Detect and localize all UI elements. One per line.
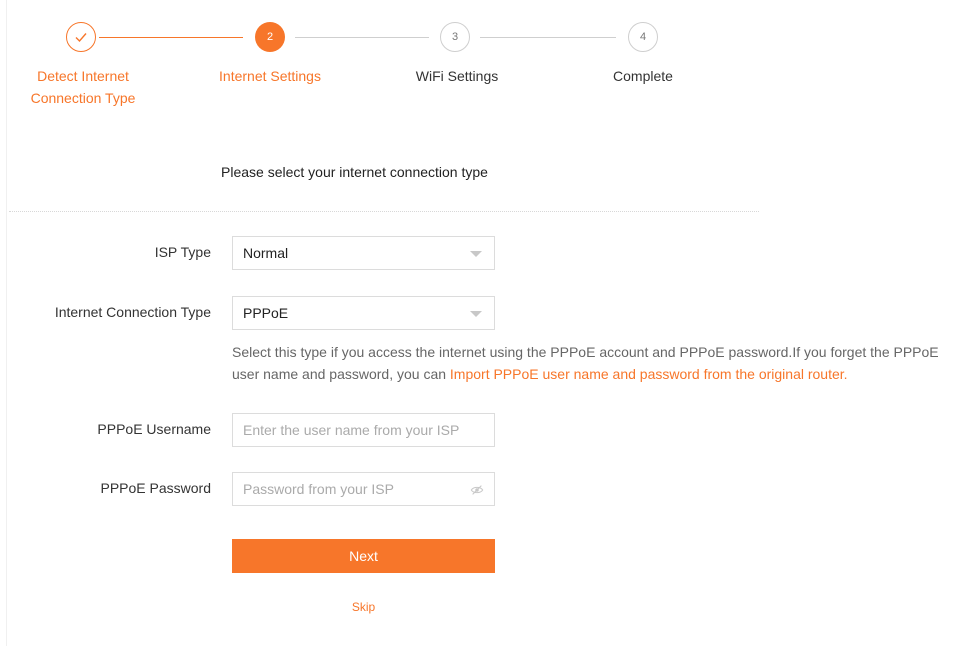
step-3-label: WiFi Settings bbox=[415, 68, 499, 84]
step-connector-2 bbox=[295, 37, 429, 38]
pppoe-username-input[interactable]: Enter the user name from your ISP bbox=[232, 413, 495, 447]
step-2-number: 2 bbox=[266, 31, 274, 43]
wizard-stepper: 2 3 4 Detect Internet Connection Type In… bbox=[0, 0, 955, 120]
step-connector-1 bbox=[99, 37, 243, 38]
setup-wizard-page: 2 3 4 Detect Internet Connection Type In… bbox=[0, 0, 955, 646]
pppoe-help-text: Select this type if you access the inter… bbox=[232, 344, 939, 382]
next-button[interactable]: Next bbox=[232, 539, 495, 573]
eye-hidden-icon[interactable] bbox=[470, 483, 484, 497]
isp-type-value: Normal bbox=[243, 245, 289, 261]
step-1-label: Detect Internet Connection Type bbox=[30, 68, 136, 106]
connection-type-prompt: Please select your internet connection t… bbox=[221, 164, 488, 180]
step-3-indicator: 3 bbox=[440, 22, 470, 52]
dropdown-caret-icon bbox=[470, 251, 482, 257]
password-placeholder: Password from your ISP bbox=[243, 481, 394, 497]
step-1-indicator bbox=[66, 22, 96, 52]
connection-type-value: PPPoE bbox=[243, 305, 289, 321]
step-4-label: Complete bbox=[613, 68, 673, 84]
pppoe-password-label: PPPoE Password bbox=[100, 480, 212, 496]
username-placeholder: Enter the user name from your ISP bbox=[243, 422, 460, 438]
section-divider bbox=[9, 211, 759, 212]
connection-type-label: Internet Connection Type bbox=[54, 304, 211, 320]
dropdown-caret-icon bbox=[470, 311, 482, 317]
step-connector-3 bbox=[480, 37, 616, 38]
pppoe-password-input[interactable]: Password from your ISP bbox=[232, 472, 495, 506]
step-4-number: 4 bbox=[639, 31, 647, 43]
step-4-indicator: 4 bbox=[628, 22, 658, 52]
skip-link[interactable]: Skip bbox=[232, 600, 495, 614]
import-pppoe-link[interactable]: Import PPPoE user name and password from… bbox=[450, 366, 848, 382]
step-2-indicator: 2 bbox=[255, 22, 285, 52]
check-icon bbox=[75, 33, 87, 43]
step-2-label: Internet Settings bbox=[219, 68, 321, 84]
isp-type-label: ISP Type bbox=[154, 244, 211, 260]
isp-type-select[interactable]: Normal bbox=[232, 236, 495, 270]
pppoe-username-label: PPPoE Username bbox=[97, 421, 211, 437]
step-3-number: 3 bbox=[451, 31, 459, 43]
connection-type-select[interactable]: PPPoE bbox=[232, 296, 495, 330]
